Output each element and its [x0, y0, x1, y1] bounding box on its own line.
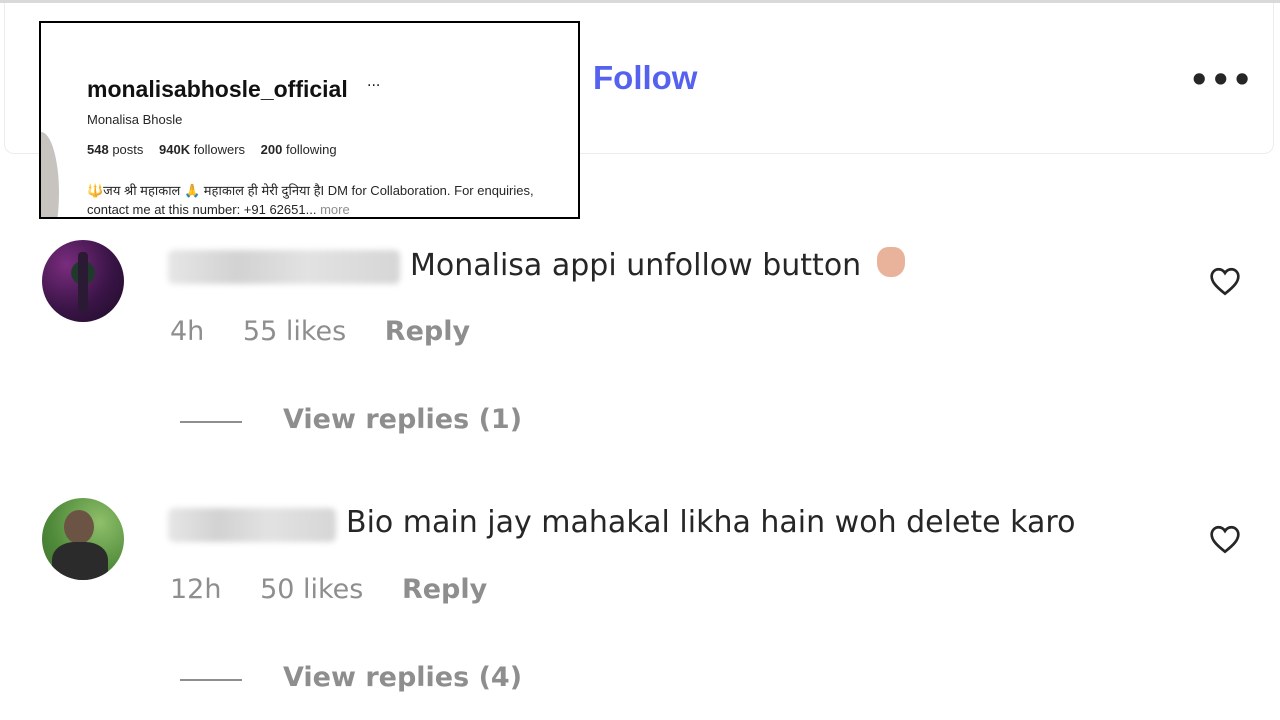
profile-avatar[interactable]: [41, 132, 59, 217]
following-count: 200: [260, 142, 283, 157]
following-label: following: [285, 142, 337, 157]
profile-stats: 548 posts 940K followers 200 following: [87, 142, 349, 157]
comment-meta: 12h 50 likes Reply: [170, 574, 517, 605]
followers-count: 940K: [159, 142, 191, 157]
commenter-avatar[interactable]: [42, 498, 124, 580]
blurred-username[interactable]: [168, 250, 400, 284]
followers-label: followers: [193, 142, 246, 157]
profile-bio: 🔱जय श्री महाकाल 🙏 महाकाल ही मेरी दुनिया …: [87, 181, 567, 217]
replies-divider: [180, 679, 242, 681]
heart-icon[interactable]: [1209, 524, 1241, 554]
thumbs-up-emoji: [877, 247, 906, 277]
posts-count: 548: [87, 142, 109, 157]
comment-time[interactable]: 12h: [170, 574, 221, 605]
view-replies-button[interactable]: View replies (4): [283, 662, 522, 693]
reply-button[interactable]: Reply: [402, 574, 487, 605]
view-replies-button[interactable]: View replies (1): [283, 404, 522, 435]
reply-button[interactable]: Reply: [385, 316, 470, 347]
comment-likes[interactable]: 50 likes: [260, 574, 363, 605]
bio-more-link[interactable]: more: [320, 202, 350, 217]
posts-stat[interactable]: 548 posts: [87, 142, 143, 157]
profile-username[interactable]: monalisabhosle_official: [87, 76, 348, 103]
posts-label: posts: [112, 142, 144, 157]
profile-bio-text: 🔱जय श्री महाकाल 🙏 महाकाल ही मेरी दुनिया …: [87, 183, 534, 217]
replies-divider: [180, 421, 242, 423]
blurred-username[interactable]: [168, 508, 336, 542]
follow-button[interactable]: Follow: [593, 59, 697, 97]
commenter-avatar[interactable]: [42, 240, 124, 322]
heart-icon[interactable]: [1209, 266, 1241, 296]
comment-likes[interactable]: 55 likes: [243, 316, 346, 347]
comment-meta: 4h 55 likes Reply: [170, 316, 500, 347]
following-stat[interactable]: 200 following: [261, 142, 337, 157]
comment-time[interactable]: 4h: [170, 316, 204, 347]
more-options-icon[interactable]: •••: [1189, 61, 1253, 99]
followers-stat[interactable]: 940K followers: [159, 142, 245, 157]
comment-text: Monalisa appi unfollow button: [410, 247, 906, 283]
profile-full-name: Monalisa Bhosle: [87, 112, 183, 127]
profile-hover-card: monalisabhosle_official ··· Monalisa Bho…: [39, 21, 580, 219]
comment-body: Bio main jay mahakal likha hain woh dele…: [346, 505, 1076, 540]
comment-body: Monalisa appi unfollow button: [410, 248, 862, 283]
profile-more-icon[interactable]: ···: [367, 78, 380, 94]
comment-text: Bio main jay mahakal likha hain woh dele…: [346, 505, 1075, 540]
